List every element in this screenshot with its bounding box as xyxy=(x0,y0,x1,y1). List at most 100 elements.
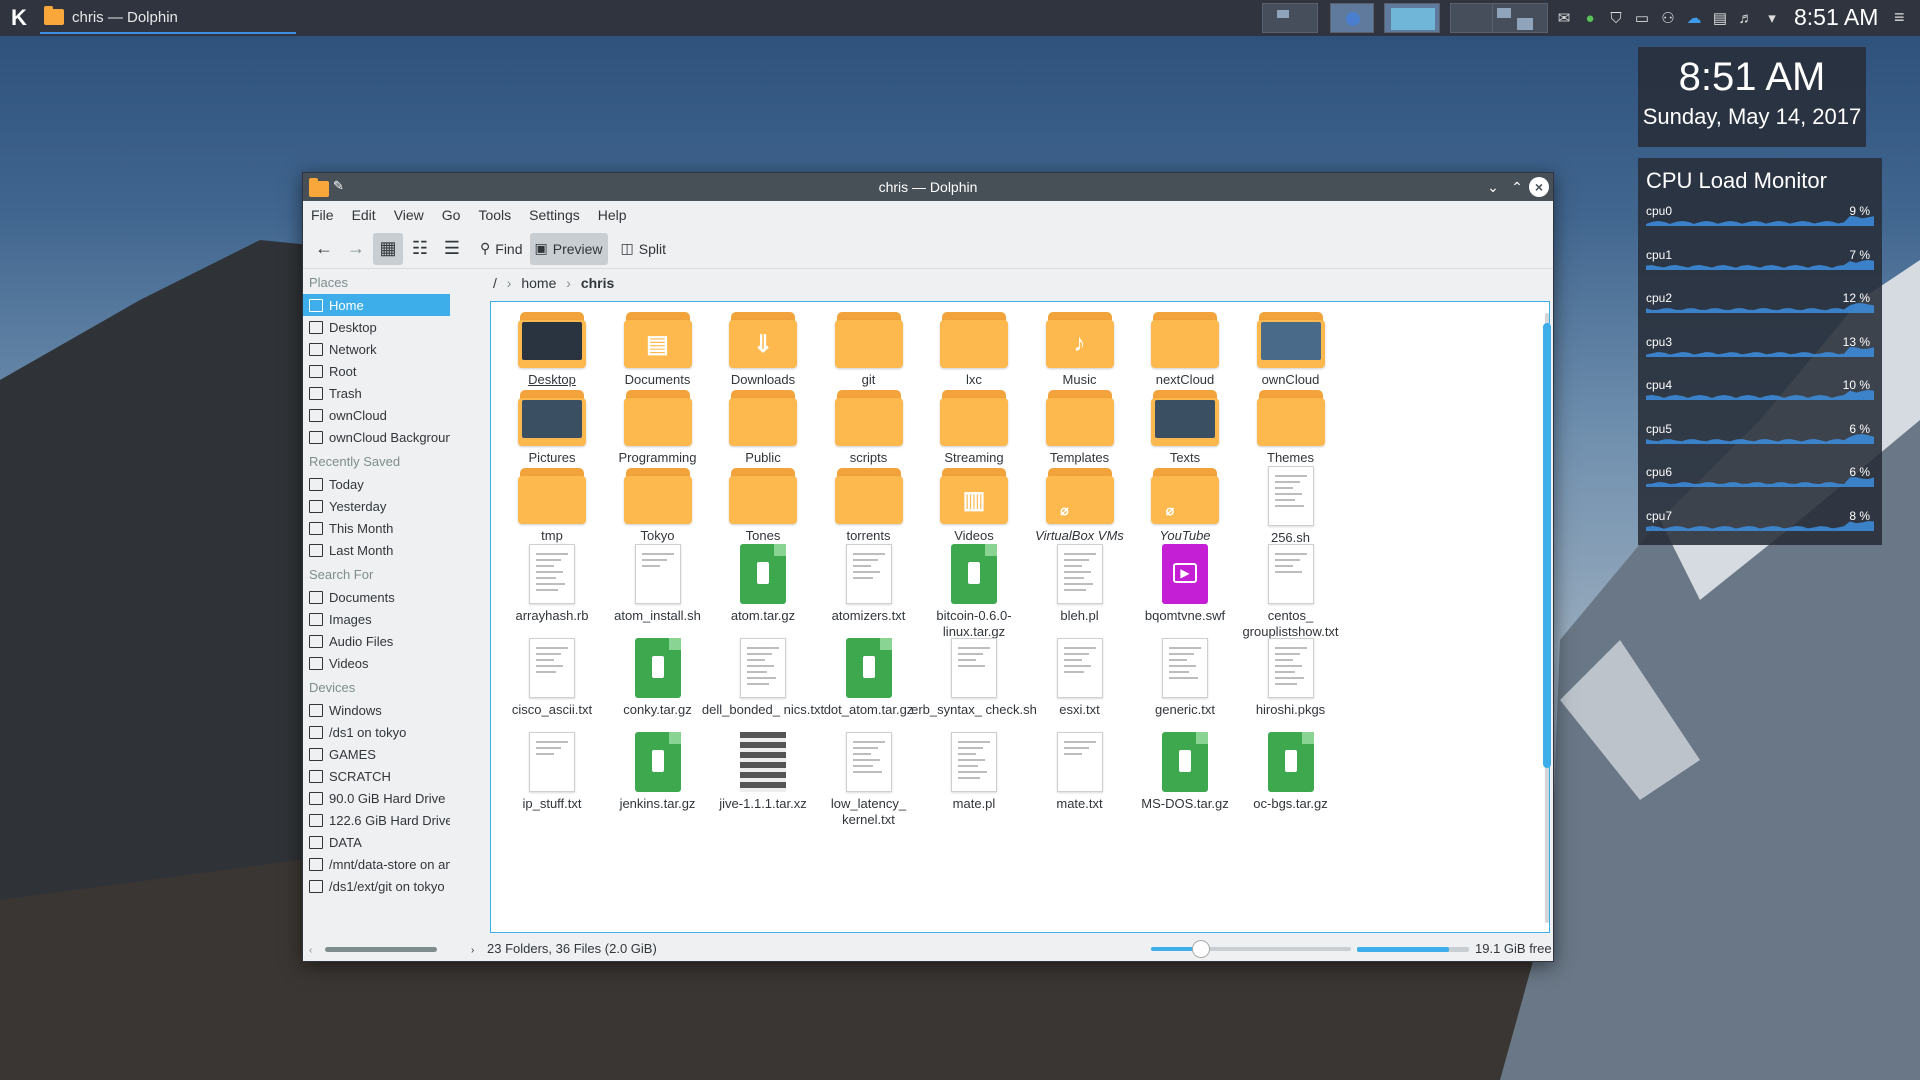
cpu-sparkline xyxy=(1646,520,1874,531)
display-icon[interactable]: ▭ xyxy=(1632,8,1652,28)
clock-widget-date: Sunday, May 14, 2017 xyxy=(1642,104,1862,129)
tray-expand-icon[interactable]: ▾ xyxy=(1762,8,1782,28)
pager-desktop-3[interactable] xyxy=(1384,3,1440,33)
places-item-label: /ds1/ext/git on tokyo xyxy=(329,878,445,894)
places-section-places: Places xyxy=(309,275,349,290)
taskbar: K chris — Dolphin ✉ ● ⛉ ▭ ⚇ ☁ ▤ ♬ ▾ 8:51… xyxy=(0,0,1920,36)
file-view-scrollbar[interactable] xyxy=(1543,313,1551,923)
pager-desktop-1[interactable] xyxy=(1262,3,1318,33)
breadcrumb-root[interactable]: / xyxy=(493,275,497,291)
places-item-90-0-gib-hard-drive[interactable]: 90.0 GiB Hard Drive xyxy=(303,787,450,809)
clock-widget-time: 8:51 AM xyxy=(1678,55,1826,99)
shield-icon[interactable]: ⛉ xyxy=(1606,8,1626,28)
minimize-button[interactable]: ⌄ xyxy=(1483,177,1503,197)
panel-menu-icon[interactable]: ≡ xyxy=(1894,7,1905,28)
compact-view-button[interactable]: ☷ xyxy=(405,233,435,265)
close-button[interactable]: × xyxy=(1529,177,1549,197)
maximize-button[interactable]: ⌃ xyxy=(1507,177,1527,197)
menu-settings[interactable]: Settings xyxy=(529,207,580,223)
places-item-home[interactable]: Home xyxy=(303,294,450,316)
places-item-label: Trash xyxy=(329,385,362,401)
task-dolphin[interactable]: chris — Dolphin xyxy=(40,2,296,34)
pager-desktop-5[interactable] xyxy=(1492,3,1548,33)
preview-button[interactable]: ▣ Preview xyxy=(529,232,608,265)
menu-go[interactable]: Go xyxy=(442,207,461,223)
menu-help[interactable]: Help xyxy=(598,207,627,223)
file-item-256-sh[interactable]: 256.sh xyxy=(1227,466,1355,546)
places-item-ds1-ext-git-on-tokyo[interactable]: /ds1/ext/git on tokyo xyxy=(303,875,450,897)
forward-button[interactable]: → xyxy=(341,233,371,265)
folder-icon: ♪ xyxy=(1045,310,1114,368)
places-item-this-month[interactable]: This Month xyxy=(303,517,450,539)
places-item-owncloud-backgrounds[interactable]: ownCloud Backgrounds xyxy=(303,426,450,448)
places-item-audio-files[interactable]: Audio Files xyxy=(303,630,450,652)
folder-icon xyxy=(1151,388,1219,446)
places-item-games[interactable]: GAMES xyxy=(303,743,450,765)
places-item-mnt-data-store-on-amate[interactable]: /mnt/data-store on amate xyxy=(303,853,450,875)
cloud-icon[interactable]: ☁ xyxy=(1684,8,1704,28)
split-icon: ◫ xyxy=(620,240,634,256)
places-item-yesterday[interactable]: Yesterday xyxy=(303,495,450,517)
xz-archive-icon xyxy=(740,732,786,792)
network-icon[interactable]: ⚇ xyxy=(1658,8,1678,28)
places-item-label: Today xyxy=(329,476,364,492)
places-item-network[interactable]: Network xyxy=(303,338,450,360)
videos-icon xyxy=(309,656,323,670)
zoom-slider[interactable] xyxy=(1151,940,1351,958)
pager-desktop-2[interactable] xyxy=(1330,3,1374,33)
folder-icon xyxy=(518,388,586,446)
menu-edit[interactable]: Edit xyxy=(352,207,376,223)
places-item-label: Images xyxy=(329,611,372,627)
window-title: chris — Dolphin xyxy=(878,179,978,195)
file-item-oc-bgs-tar-gz[interactable]: oc-bgs.tar.gz xyxy=(1227,732,1355,812)
updates-icon[interactable]: ● xyxy=(1580,8,1600,28)
places-item-documents[interactable]: Documents xyxy=(303,586,450,608)
folder-icon xyxy=(940,310,1008,368)
places-item-videos[interactable]: Videos xyxy=(303,652,450,674)
details-view-button[interactable]: ☰ xyxy=(437,233,467,265)
folder-icon: ⇓ xyxy=(729,310,797,368)
icons-view-button[interactable]: ▦ xyxy=(373,232,403,265)
back-button[interactable]: ← xyxy=(309,233,339,265)
file-name: centos_ grouplistshow.txt xyxy=(1242,608,1339,639)
text-file-icon xyxy=(1267,466,1314,526)
places-item-root[interactable]: Root xyxy=(303,360,450,382)
clipboard-icon[interactable]: ▤ xyxy=(1710,8,1730,28)
places-item-images[interactable]: Images xyxy=(303,608,450,630)
notifications-icon[interactable]: ✉ xyxy=(1554,8,1574,28)
places-item-trash[interactable]: Trash xyxy=(303,382,450,404)
compact-list-icon: ☷ xyxy=(411,238,429,258)
places-item-desktop[interactable]: Desktop xyxy=(303,316,450,338)
text-file-icon xyxy=(845,544,892,604)
split-button[interactable]: ◫ Split xyxy=(616,233,671,265)
cpu-row: cpu0 9 % xyxy=(1646,200,1874,244)
archive-icon xyxy=(634,638,681,698)
find-button[interactable]: ⚲ Find xyxy=(475,233,528,265)
text-file-icon xyxy=(529,638,575,698)
file-item-hiroshi-pkgs[interactable]: hiroshi.pkgs xyxy=(1227,638,1355,718)
places-item-owncloud[interactable]: ownCloud xyxy=(303,404,450,426)
kde-launcher-icon[interactable]: K xyxy=(6,5,32,31)
places-item-scratch[interactable]: SCRATCH xyxy=(303,765,450,787)
cpu-row: cpu6 6 % xyxy=(1646,461,1874,505)
places-item-label: Windows xyxy=(329,702,382,718)
menu-view[interactable]: View xyxy=(394,207,424,223)
folder-icon xyxy=(1256,388,1325,446)
places-item-data[interactable]: DATA xyxy=(303,831,450,853)
file-view: Desktop ▤ Documents ⇓ Downloads git lxc ♪ Music n… xyxy=(490,301,1550,933)
places-item-last-month[interactable]: Last Month xyxy=(303,539,450,561)
volume-icon[interactable]: ♬ xyxy=(1736,8,1756,28)
breadcrumb-current[interactable]: chris xyxy=(581,275,614,291)
places-item-windows[interactable]: Windows xyxy=(303,699,450,721)
taskbar-clock[interactable]: 8:51 AM xyxy=(1794,4,1878,31)
breadcrumb-home[interactable]: home xyxy=(521,275,556,291)
menu-file[interactable]: File xyxy=(311,207,334,223)
places-item-ds1-on-tokyo[interactable]: /ds1 on tokyo xyxy=(303,721,450,743)
menu-tools[interactable]: Tools xyxy=(478,207,511,223)
network-icon xyxy=(309,342,323,356)
file-item-owncloud[interactable]: ownCloud xyxy=(1227,310,1355,388)
file-item-centos-grouplistshow-txt[interactable]: centos_ grouplistshow.txt xyxy=(1227,544,1355,640)
places-item-122-6-gib-hard-drive[interactable]: 122.6 GiB Hard Drive xyxy=(303,809,450,831)
file-item-themes[interactable]: Themes xyxy=(1227,388,1355,466)
places-item-today[interactable]: Today xyxy=(303,473,450,495)
